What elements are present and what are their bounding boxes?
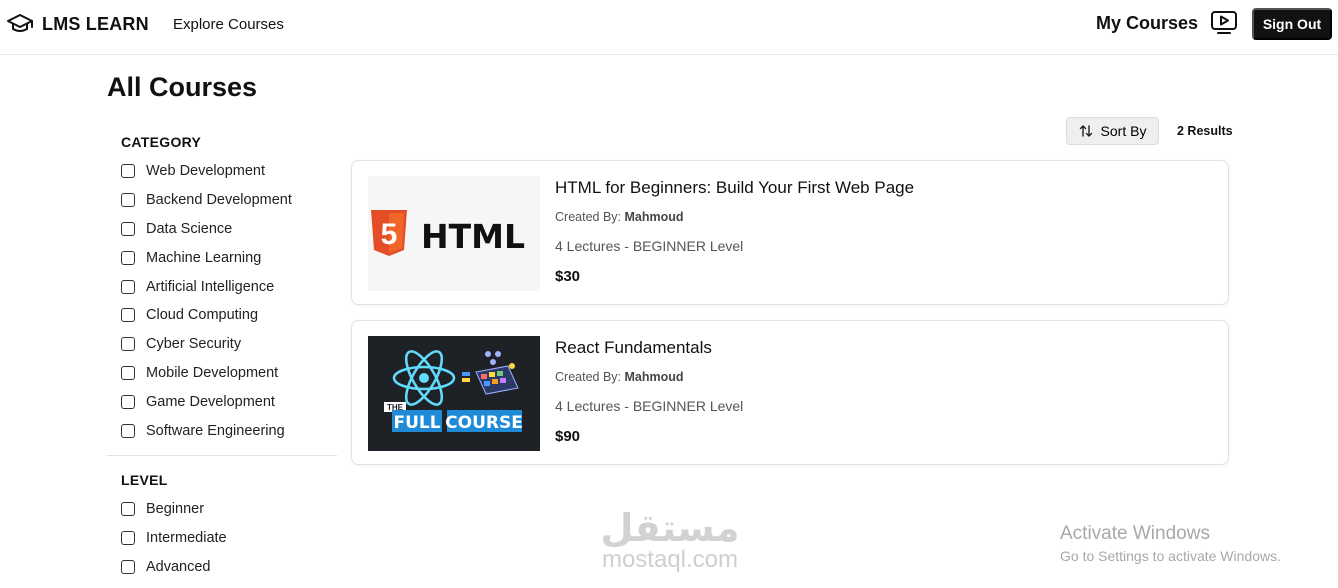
course-creator: Created By: Mahmoud [555,210,914,224]
graduation-cap-icon [7,14,33,32]
level-title: LEVEL [121,471,168,488]
filter-option-advanced[interactable]: Advanced [121,553,337,582]
filter-label: Cyber Security [146,336,242,353]
html-logo-text: HTML [421,217,525,256]
explore-courses-link[interactable]: Explore Courses [173,16,284,33]
course-price: $90 [555,428,581,445]
filter-divider [107,454,337,456]
brand-name: LMS LEARN [42,13,149,34]
activate-title: Activate Windows [1060,523,1210,544]
my-courses-label: My Courses [1096,12,1199,33]
filter-option-mobile-development[interactable]: Mobile Development [121,359,337,388]
filter-label: Backend Development [146,192,292,209]
filter-label: Machine Learning [146,249,262,266]
sort-by-button[interactable]: Sort By [1066,117,1159,145]
filter-label: Artificial Intelligence [146,278,275,295]
checkbox[interactable] [121,337,135,352]
tv-play-icon [1211,11,1238,34]
course-meta: 4 Lectures - BEGINNER Level [555,398,744,414]
checkbox[interactable] [121,221,135,236]
html5-logo-image: 5 HTML [371,210,525,256]
filter-option-cloud-computing[interactable]: Cloud Computing [121,301,337,330]
filter-label: Mobile Development [146,364,279,381]
course-card[interactable]: THE FULL COURSE React Fundamentals Creat… [351,320,1229,465]
checkbox[interactable] [121,531,135,546]
checkbox[interactable] [121,423,135,438]
brand-logo[interactable]: LMS LEARN [6,12,149,36]
filter-option-data-science[interactable]: Data Science [121,215,337,244]
course-thumbnail-react[interactable]: THE FULL COURSE [368,336,540,451]
activate-windows-overlay: Activate Windows Go to Settings to activ… [1060,523,1281,565]
sort-arrows-icon [1079,125,1092,137]
checkbox[interactable] [121,250,135,265]
react-atom-icon [392,350,456,406]
course-meta: 4 Lectures - BEGINNER Level [555,238,744,254]
filter-option-beginner[interactable]: Beginner [121,495,337,524]
course-price: $30 [555,268,581,285]
sign-out-button[interactable]: Sign Out [1252,8,1332,40]
course-creator: Created By: Mahmoud [555,370,743,384]
level-filter: LEVEL Beginner Intermediate Advanced [107,460,337,581]
filter-label: Software Engineering [146,422,285,439]
filter-label: Beginner [146,501,205,518]
checkbox[interactable] [121,559,135,574]
filter-label: Cloud Computing [146,307,259,324]
checkbox[interactable] [121,502,135,517]
checkbox[interactable] [121,365,135,380]
results-count: 2 Results [1177,124,1233,138]
created-by-label: Created By: [555,210,625,224]
course-title[interactable]: React Fundamentals [555,338,743,358]
sort-by-label: Sort By [1100,123,1147,139]
filter-option-cyber-security[interactable]: Cyber Security [121,330,337,359]
page-title: All Courses [107,72,258,102]
thumb-full-text: FULL [393,413,440,433]
filter-option-intermediate[interactable]: Intermediate [121,524,337,553]
activate-subtitle: Go to Settings to activate Windows. [1060,548,1281,564]
filter-sidebar: CATEGORY Web Development Backend Develop… [107,122,337,581]
category-filter: CATEGORY Web Development Backend Develop… [107,122,337,445]
html5-badge-text: 5 [381,218,398,251]
created-by-label: Created By: [555,370,625,384]
course-title[interactable]: HTML for Beginners: Build Your First Web… [555,178,914,198]
course-info: HTML for Beginners: Build Your First Web… [555,178,914,285]
filter-label: Advanced [146,558,211,575]
filter-label: Game Development [146,393,275,410]
filter-label: Web Development [146,163,266,180]
react-course-image: THE FULL COURSE [384,350,523,433]
phone-illustration [462,351,519,395]
checkbox[interactable] [121,279,135,294]
filter-option-software-engineering[interactable]: Software Engineering [121,416,337,445]
filter-label: Data Science [146,220,233,237]
filter-option-machine-learning[interactable]: Machine Learning [121,243,337,272]
checkbox[interactable] [121,193,135,208]
watermark-arabic: مستقل [600,506,740,550]
course-thumbnail-html[interactable]: 5 HTML [368,176,540,291]
category-title: CATEGORY [121,134,202,150]
watermark-latin: mostaql.com [601,546,739,573]
course-card[interactable]: 5 HTML HTML for Beginners: Build Your Fi… [351,160,1229,305]
navbar: LMS LEARN Explore Courses My Courses Sig… [0,0,1338,55]
thumb-course-text: COURSE [445,413,523,433]
mostaql-watermark: مستقل mostaql.com [590,508,750,572]
filter-option-backend-development[interactable]: Backend Development [121,186,337,215]
checkbox[interactable] [121,308,135,323]
filter-option-artificial-intelligence[interactable]: Artificial Intelligence [121,272,337,301]
filter-option-game-development[interactable]: Game Development [121,387,337,416]
results-toolbar: Sort By 2 Results [1066,117,1236,147]
filter-label: Intermediate [146,530,227,547]
course-author: Mahmoud [624,210,684,224]
course-author: Mahmoud [624,370,684,384]
checkbox[interactable] [121,394,135,409]
checkbox[interactable] [121,164,135,179]
filter-option-web-development[interactable]: Web Development [121,157,337,186]
my-courses-link[interactable]: My Courses [1096,10,1238,36]
course-info: React Fundamentals Created By: Mahmoud 4… [555,338,743,445]
